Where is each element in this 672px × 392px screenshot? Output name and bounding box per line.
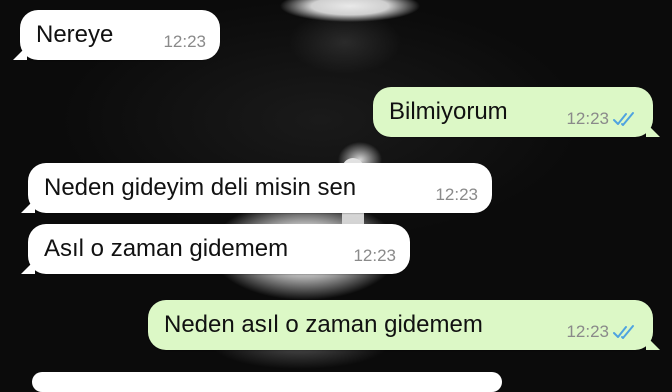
message-meta: 12:23 (435, 185, 478, 205)
message-time: 12:23 (566, 109, 609, 128)
message-bubble-outgoing[interactable]: Bilmiyorum 12:23 (373, 87, 653, 137)
double-check-icon (613, 112, 634, 126)
message-meta: 12:23 (163, 32, 206, 52)
message-time: 12:23 (163, 32, 206, 51)
message-bubble-incoming[interactable]: Nereye 12:23 (20, 10, 220, 60)
message-bubble-partial[interactable] (32, 372, 502, 392)
message-meta: 12:23 (353, 246, 396, 266)
message-time: 12:23 (435, 185, 478, 204)
message-text: Bilmiyorum (389, 98, 508, 125)
message-meta: 12:23 (566, 322, 639, 342)
message-meta: 12:23 (566, 109, 639, 129)
double-check-icon (613, 325, 634, 339)
message-time: 12:23 (566, 322, 609, 341)
message-text: Neden gideyim deli misin sen (44, 174, 357, 201)
message-bubble-incoming[interactable]: Neden gideyim deli misin sen 12:23 (28, 163, 492, 213)
message-text: Nereye (36, 21, 114, 48)
message-bubble-outgoing[interactable]: Neden asıl o zaman gidemem 12:23 (148, 300, 653, 350)
message-time: 12:23 (353, 246, 396, 265)
message-bubble-incoming[interactable]: Asıl o zaman gidemem 12:23 (28, 224, 410, 274)
message-text: Neden asıl o zaman gidemem (164, 311, 483, 338)
message-text: Asıl o zaman gidemem (44, 235, 289, 262)
